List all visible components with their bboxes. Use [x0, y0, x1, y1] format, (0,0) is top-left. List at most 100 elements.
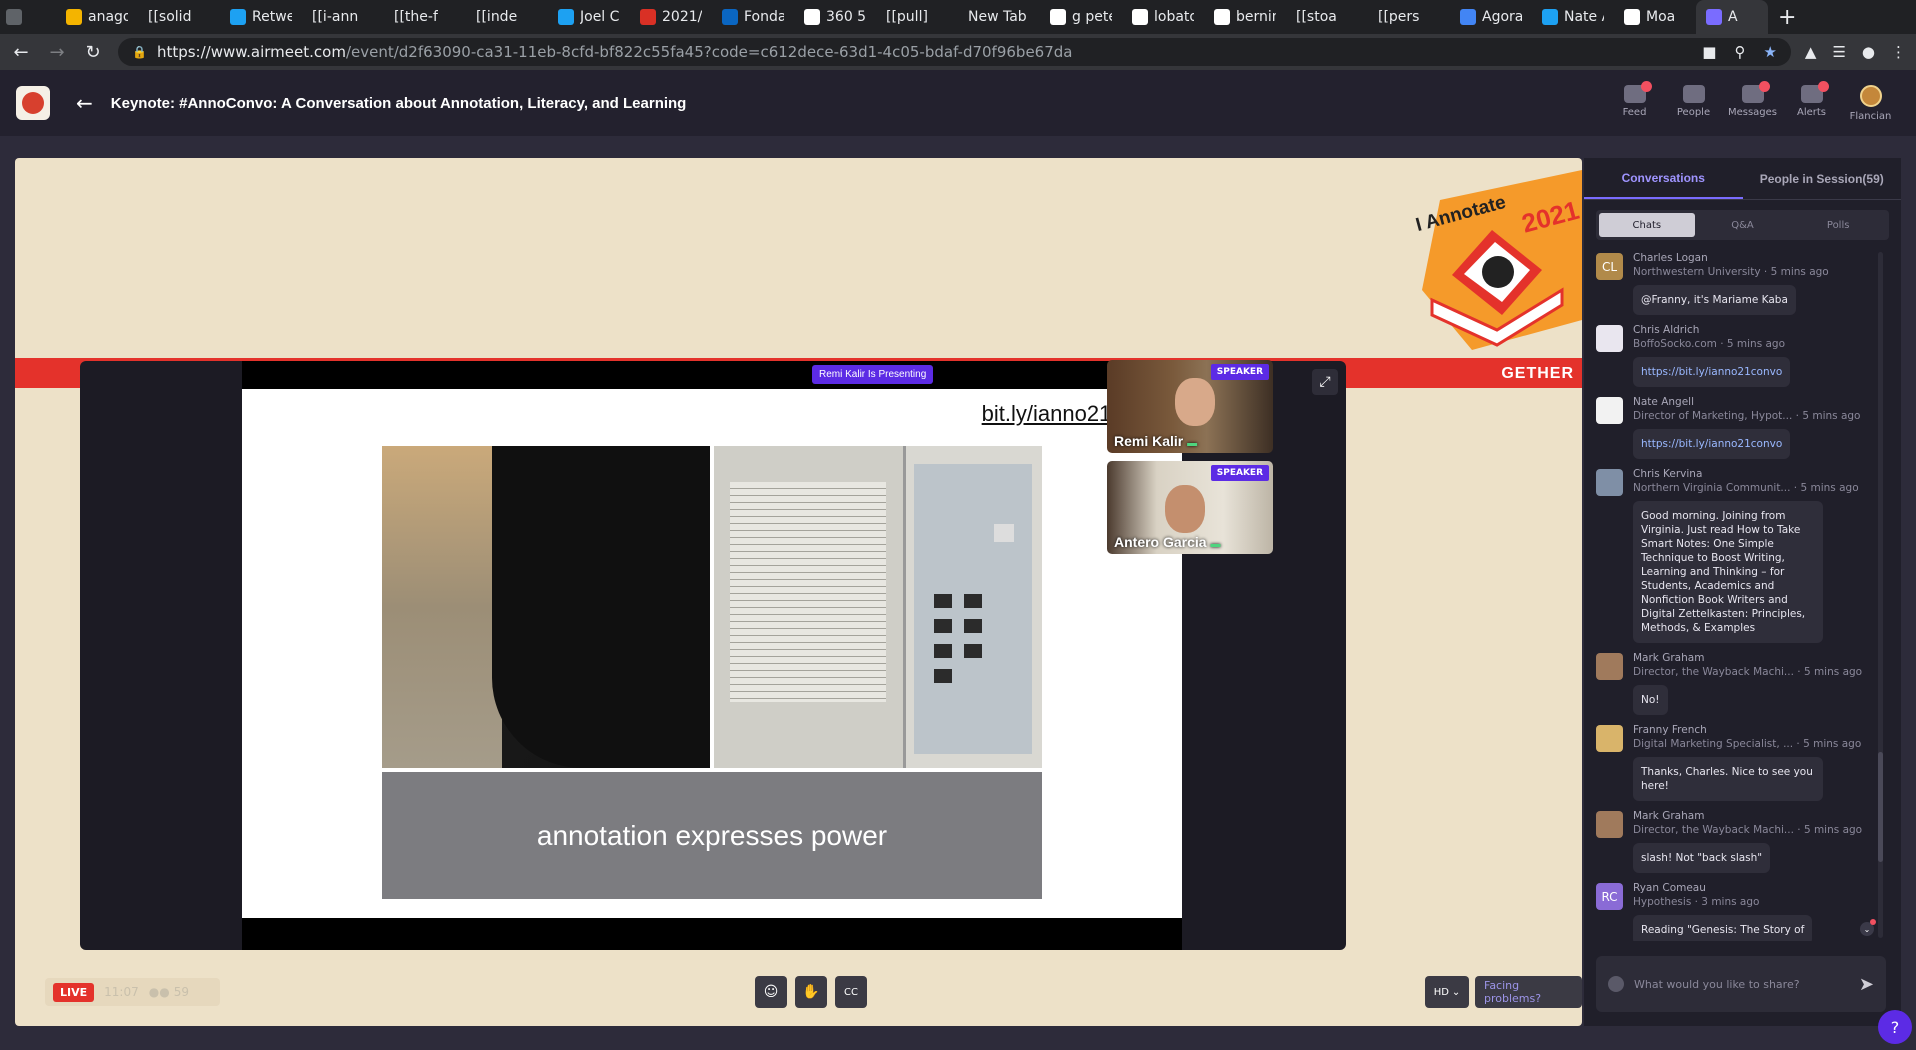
header-nav-label: People — [1676, 106, 1711, 118]
browser-tab[interactable]: [[inde — [466, 0, 548, 34]
zoom-icon[interactable]: ⚲ — [1734, 43, 1745, 61]
browser-tab[interactable]: g pete — [1040, 0, 1122, 34]
browser-tab[interactable]: A — [1696, 0, 1768, 34]
speaker-tile-antero-garcia[interactable]: SPEAKER Antero Garcia ▬ — [1107, 461, 1273, 554]
raise-hand-button[interactable]: ✋ — [795, 976, 827, 1008]
browser-tab-title: 2021/l — [662, 9, 702, 25]
quality-select-button[interactable]: HD ⌄ — [1425, 976, 1469, 1008]
header-nav-alerts[interactable]: Alerts — [1782, 80, 1841, 122]
message-link[interactable]: https://bit.ly/ianno21convo — [1633, 429, 1791, 459]
message-author[interactable]: Mark Graham — [1633, 651, 1886, 665]
browser-tab-title: lobato — [1154, 9, 1194, 25]
message-link[interactable]: https://bit.ly/ianno21convo — [1633, 357, 1791, 387]
browser-tab[interactable]: anago — [56, 0, 138, 34]
header-nav-label: Alerts — [1796, 106, 1826, 118]
avatar[interactable] — [1596, 469, 1623, 496]
camera-icon[interactable]: ■ — [1702, 43, 1716, 61]
header-nav-messages[interactable]: Messages — [1723, 80, 1782, 122]
browser-tab-title: [[stoa — [1296, 9, 1337, 25]
browser-tab[interactable]: [[the-f — [384, 0, 466, 34]
chat-input[interactable] — [1634, 977, 1849, 991]
avatar[interactable] — [1596, 653, 1623, 680]
browser-tab[interactable]: Retwe — [220, 0, 302, 34]
header-nav-label: Feed — [1622, 106, 1647, 118]
brand-strip-text: GETHER — [1501, 365, 1574, 382]
menu-icon[interactable]: ⋮ — [1891, 43, 1906, 61]
subtab-qa[interactable]: Q&A — [1695, 213, 1791, 237]
browser-tab[interactable]: 360 5 — [794, 0, 876, 34]
browser-tab[interactable]: lobato — [1122, 0, 1204, 34]
browser-tab[interactable]: Moa — [1614, 0, 1696, 34]
message-author[interactable]: Ryan Comeau — [1633, 881, 1886, 895]
reaction-emoji-button[interactable]: ☺ — [755, 976, 787, 1008]
message-author[interactable]: Chris Kervina — [1633, 467, 1886, 481]
address-bar[interactable]: 🔒 https://www.airmeet.com/event/d2f63090… — [118, 38, 1791, 66]
stage: GETHER I Annotate 2021 Remi Kalir Is Pre… — [15, 158, 1582, 1026]
send-icon[interactable]: ➤ — [1859, 974, 1874, 995]
profile-icon[interactable]: ● — [1862, 43, 1875, 61]
live-status-bar: LIVE 11:07 ●● 59 — [45, 978, 220, 1006]
message-author[interactable]: Nate Angell — [1633, 395, 1886, 409]
fullscreen-icon[interactable]: ⤢ — [1312, 369, 1338, 395]
chat-scrollbar[interactable] — [1878, 252, 1883, 938]
browser-tab[interactable]: Fonda — [712, 0, 794, 34]
avatar[interactable] — [1596, 811, 1623, 838]
speaker-tile-remi-kalir[interactable]: SPEAKER Remi Kalir ▬ — [1107, 360, 1273, 453]
header-nav-people[interactable]: People — [1664, 84, 1723, 122]
browser-tab[interactable]: Agora — [1450, 0, 1532, 34]
browser-tab[interactable]: bernin — [1204, 0, 1286, 34]
message-author[interactable]: Franny French — [1633, 723, 1886, 737]
forward-icon[interactable]: → — [46, 42, 68, 63]
avatar[interactable] — [1596, 397, 1623, 424]
browser-toolbar: ← → ↻ 🔒 https://www.airmeet.com/event/d2… — [0, 34, 1916, 70]
facing-problems-button[interactable]: Facing problems? — [1475, 976, 1582, 1008]
message-text: @Franny, it's Mariame Kaba — [1633, 285, 1796, 315]
tab-conversations[interactable]: Conversations — [1584, 158, 1743, 199]
emoji-icon[interactable] — [1608, 976, 1624, 992]
browser-tab[interactable]: [[pull] — [876, 0, 958, 34]
browser-tab[interactable]: [[solid — [138, 0, 220, 34]
message-author[interactable]: Mark Graham — [1633, 809, 1886, 823]
avatar[interactable] — [1596, 725, 1623, 752]
slide-photo-breaker-panel — [714, 446, 1042, 768]
b-icon — [6, 9, 22, 25]
new-tab-button[interactable]: + — [1768, 5, 1806, 30]
help-icon[interactable]: ? — [1878, 1010, 1912, 1044]
browser-tab[interactable]: New Tab — [958, 0, 1040, 34]
chevron-down-icon: ⌄ — [1451, 986, 1461, 998]
message-author[interactable]: Chris Aldrich — [1633, 323, 1886, 337]
header-nav-flancian[interactable]: Flancian — [1841, 84, 1900, 122]
reload-icon[interactable]: ↻ — [82, 42, 104, 63]
media-control-icon[interactable]: ☰ — [1832, 43, 1845, 61]
avatar[interactable] — [1596, 325, 1623, 352]
mute-icon — [34, 9, 50, 25]
browser-tab[interactable]: [[stoa — [1286, 0, 1368, 34]
browser-tab[interactable]: [[i-ann — [302, 0, 384, 34]
google-icon — [1214, 9, 1230, 25]
browser-tab-title: [[pers — [1378, 9, 1420, 25]
extension-icon[interactable]: ▲ — [1805, 43, 1817, 61]
docs-icon — [1460, 9, 1476, 25]
browser-tab[interactable]: Joel Cl — [548, 0, 630, 34]
browser-tab-title: Moa — [1646, 9, 1676, 25]
bookmark-star-icon[interactable]: ★ — [1763, 43, 1776, 61]
subtab-polls[interactable]: Polls — [1790, 213, 1886, 237]
browser-tab-title: [[i-ann — [312, 9, 359, 25]
header-nav-feed[interactable]: Feed — [1605, 80, 1664, 122]
event-logo[interactable] — [16, 86, 50, 120]
browser-tab[interactable] — [28, 0, 56, 34]
avatar[interactable]: CL — [1596, 253, 1623, 280]
subtab-chats[interactable]: Chats — [1599, 213, 1695, 237]
back-arrow-icon[interactable]: ← — [76, 91, 93, 115]
panel-subtabs: Chats Q&A Polls — [1596, 210, 1889, 240]
browser-tab[interactable]: 2021/l — [630, 0, 712, 34]
tab-people-in-session[interactable]: People in Session(59) — [1743, 158, 1902, 199]
captions-button[interactable]: CC — [835, 976, 867, 1008]
back-icon[interactable]: ← — [10, 42, 32, 63]
browser-tab[interactable] — [0, 0, 28, 34]
browser-tab[interactable]: Nate A — [1532, 0, 1614, 34]
message-author[interactable]: Charles Logan — [1633, 251, 1886, 265]
avatar[interactable]: RC — [1596, 883, 1623, 910]
browser-tab[interactable]: [[pers — [1368, 0, 1450, 34]
scroll-to-new-messages-icon[interactable]: ⌄ — [1860, 919, 1876, 936]
